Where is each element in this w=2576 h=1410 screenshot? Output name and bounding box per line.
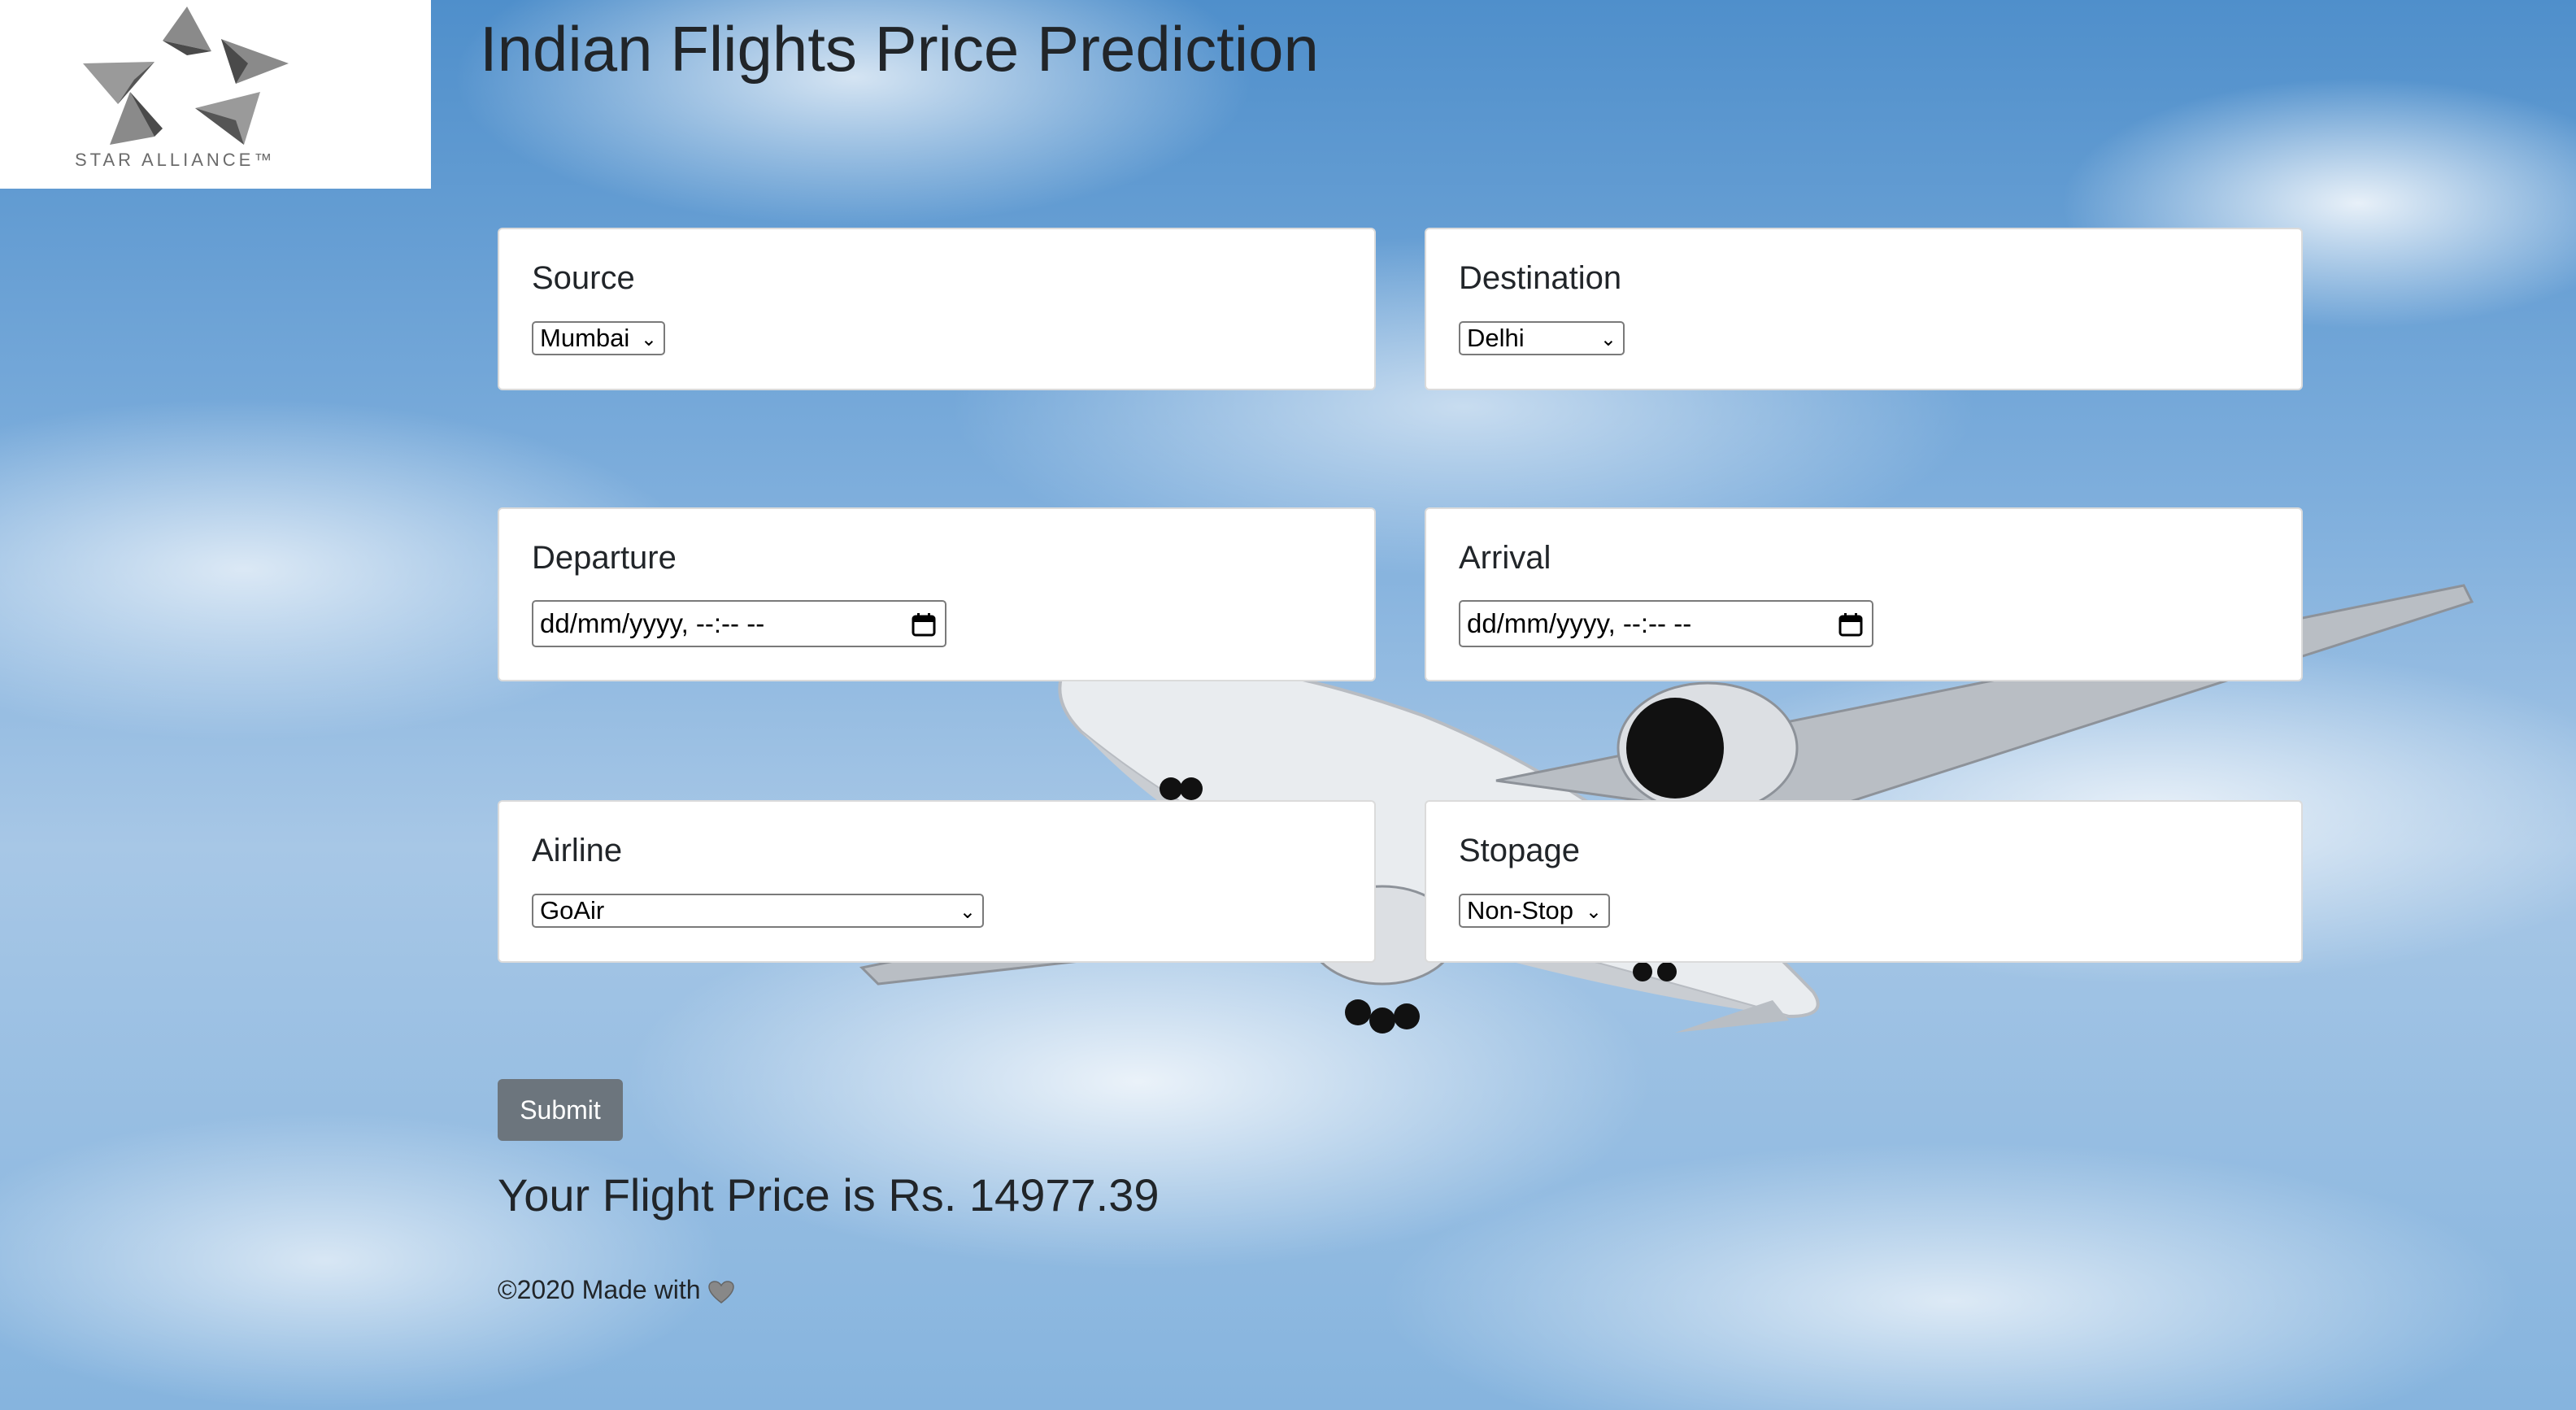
stopage-label: Stopage [1459, 833, 1581, 868]
footer-text: ©2020 Made with [498, 1275, 701, 1304]
source-select[interactable]: Mumbai ⌄ [532, 321, 665, 355]
airline-select[interactable]: GoAir ⌄ [532, 894, 984, 928]
chevron-down-icon: ⌄ [959, 901, 976, 923]
destination-select[interactable]: Delhi ⌄ [1459, 321, 1625, 355]
airline-card: Airline GoAir ⌄ [498, 800, 1376, 963]
arrival-datetime-value: dd/mm/yyyy, --:-- -- [1467, 608, 1692, 638]
chevron-down-icon: ⌄ [1585, 901, 1602, 923]
submit-button[interactable]: Submit [498, 1079, 623, 1141]
departure-datetime-value: dd/mm/yyyy, --:-- -- [540, 608, 765, 638]
airline-select-value: GoAir [540, 896, 605, 925]
arrival-card: Arrival dd/mm/yyyy, --:-- -- [1425, 507, 2303, 681]
star-alliance-logo[interactable]: STAR ALLIANCE™ [0, 0, 431, 189]
source-label: Source [532, 260, 635, 296]
heart-icon [708, 1280, 735, 1303]
departure-label: Departure [532, 540, 677, 576]
flight-price-result: Your Flight Price is Rs. 14977.39 [498, 1169, 1160, 1221]
source-select-value: Mumbai [540, 324, 630, 352]
arrival-datetime-input[interactable]: dd/mm/yyyy, --:-- -- [1459, 600, 1873, 647]
airplane-background-image [859, 584, 2474, 1034]
destination-label: Destination [1459, 260, 1622, 296]
destination-card: Destination Delhi ⌄ [1425, 228, 2303, 390]
stopage-select-value: Non-Stop [1467, 896, 1573, 925]
logo-text: STAR ALLIANCE™ [75, 150, 276, 170]
footer: ©2020 Made with [498, 1275, 735, 1305]
arrival-label: Arrival [1459, 540, 1551, 576]
destination-select-value: Delhi [1467, 324, 1525, 352]
calendar-icon[interactable] [911, 611, 937, 638]
page-title: Indian Flights Price Prediction [480, 13, 1319, 85]
departure-card: Departure dd/mm/yyyy, --:-- -- [498, 507, 1376, 681]
airline-label: Airline [532, 833, 623, 868]
stopage-select[interactable]: Non-Stop ⌄ [1459, 894, 1610, 928]
chevron-down-icon: ⌄ [1599, 329, 1617, 350]
star-alliance-logo-icon [83, 7, 289, 145]
calendar-icon[interactable] [1838, 611, 1864, 638]
chevron-down-icon: ⌄ [640, 329, 657, 350]
source-card: Source Mumbai ⌄ [498, 228, 1376, 390]
departure-datetime-input[interactable]: dd/mm/yyyy, --:-- -- [532, 600, 946, 647]
stopage-card: Stopage Non-Stop ⌄ [1425, 800, 2303, 963]
